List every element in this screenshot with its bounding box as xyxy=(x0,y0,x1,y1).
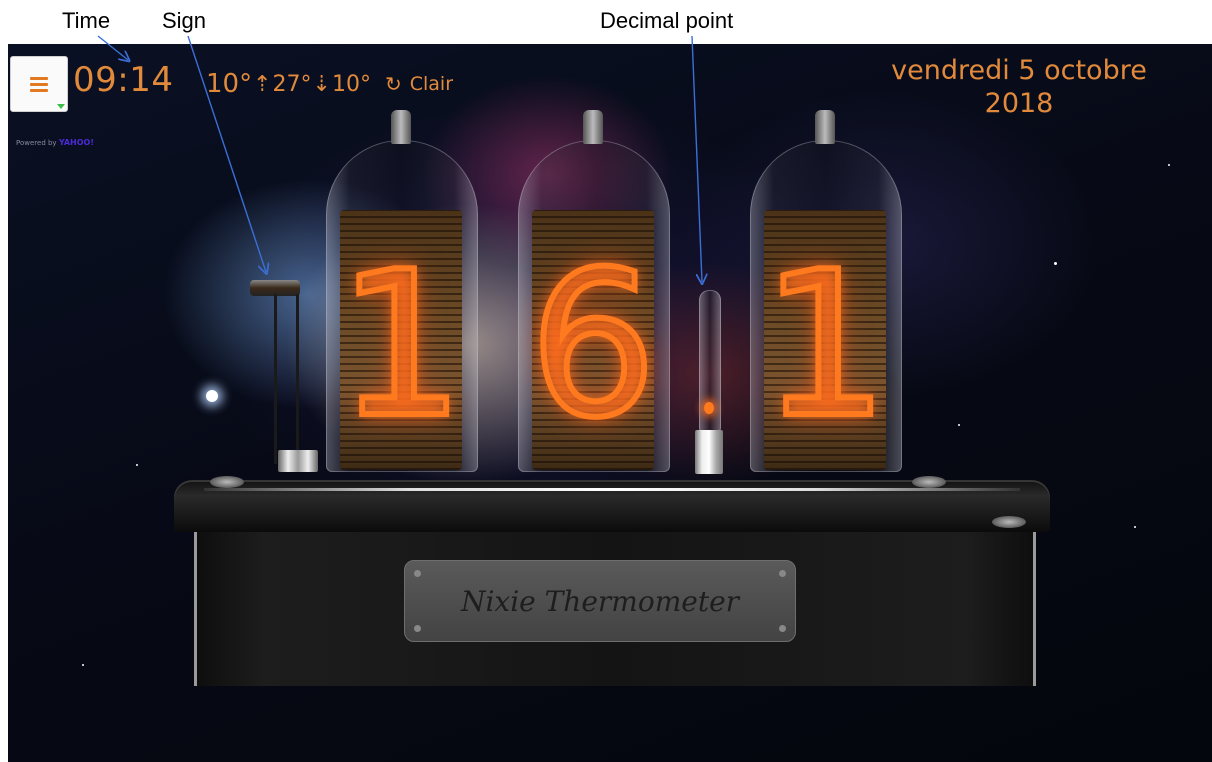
nameplate-text: Nixie Thermometer xyxy=(460,584,740,618)
dropdown-corner-icon xyxy=(57,104,65,109)
tube-digit: 1 xyxy=(334,226,467,465)
arrow-up-icon: ⇡ xyxy=(253,71,272,97)
star xyxy=(82,664,84,666)
device-body: Nixie Thermometer xyxy=(174,476,1050,686)
powered-by-yahoo[interactable]: Powered by YAHOO! xyxy=(16,138,94,147)
tube-tip xyxy=(583,110,603,144)
sign-lamp xyxy=(248,280,318,480)
hamburger-icon xyxy=(30,74,48,95)
date-year: 2018 xyxy=(984,88,1054,119)
bright-star xyxy=(206,390,218,402)
yahoo-logo: YAHOO! xyxy=(58,138,94,147)
arrow-down-icon: ⇣ xyxy=(312,71,331,97)
moon-crescent-icon: ↻ xyxy=(384,72,402,96)
menu-button[interactable] xyxy=(10,56,68,112)
weather-condition: Clair xyxy=(409,73,454,95)
device-rim xyxy=(204,488,1020,491)
annotation-time-label: Time xyxy=(62,8,111,33)
date-line: vendredi 5 octobre xyxy=(891,55,1147,86)
tube-digit: 6 xyxy=(526,226,659,465)
date-display: vendredi 5 octobre 2018 xyxy=(854,54,1184,120)
tube-digit: 1 xyxy=(758,226,891,465)
star xyxy=(1134,526,1136,528)
tube-tip xyxy=(815,110,835,144)
star xyxy=(1054,262,1057,265)
annotation-sign-label: Sign xyxy=(162,8,207,33)
screw xyxy=(992,516,1026,528)
rivet xyxy=(414,570,421,577)
decimal-point-dot xyxy=(704,402,714,414)
star xyxy=(136,464,138,466)
rivet xyxy=(779,570,786,577)
sign-wire xyxy=(274,294,277,464)
annotation-decimal-point-label: Decimal point xyxy=(600,8,734,33)
screw xyxy=(210,476,244,488)
decimal-point-base xyxy=(695,430,723,474)
current-temperature: 10° xyxy=(206,69,253,99)
sign-socket xyxy=(278,450,318,472)
rivet xyxy=(779,625,786,632)
weather-summary: 10° ⇡ 27° ⇣ 10° ↻ Clair xyxy=(206,69,453,99)
sign-wire xyxy=(296,294,299,464)
powered-by-label: Powered by xyxy=(16,139,57,147)
low-temperature: 10° xyxy=(331,71,371,97)
tube-tip xyxy=(391,110,411,144)
star xyxy=(1168,164,1170,166)
screw xyxy=(912,476,946,488)
device-top-plate xyxy=(174,480,1050,532)
star xyxy=(958,424,960,426)
nameplate: Nixie Thermometer xyxy=(404,560,796,642)
high-temperature: 27° xyxy=(272,71,312,97)
rivet xyxy=(414,625,421,632)
nixie-screen: 09:14 10° ⇡ 27° ⇣ 10° ↻ Clair Powered by… xyxy=(8,44,1212,762)
clock-time: 09:14 xyxy=(73,60,174,100)
